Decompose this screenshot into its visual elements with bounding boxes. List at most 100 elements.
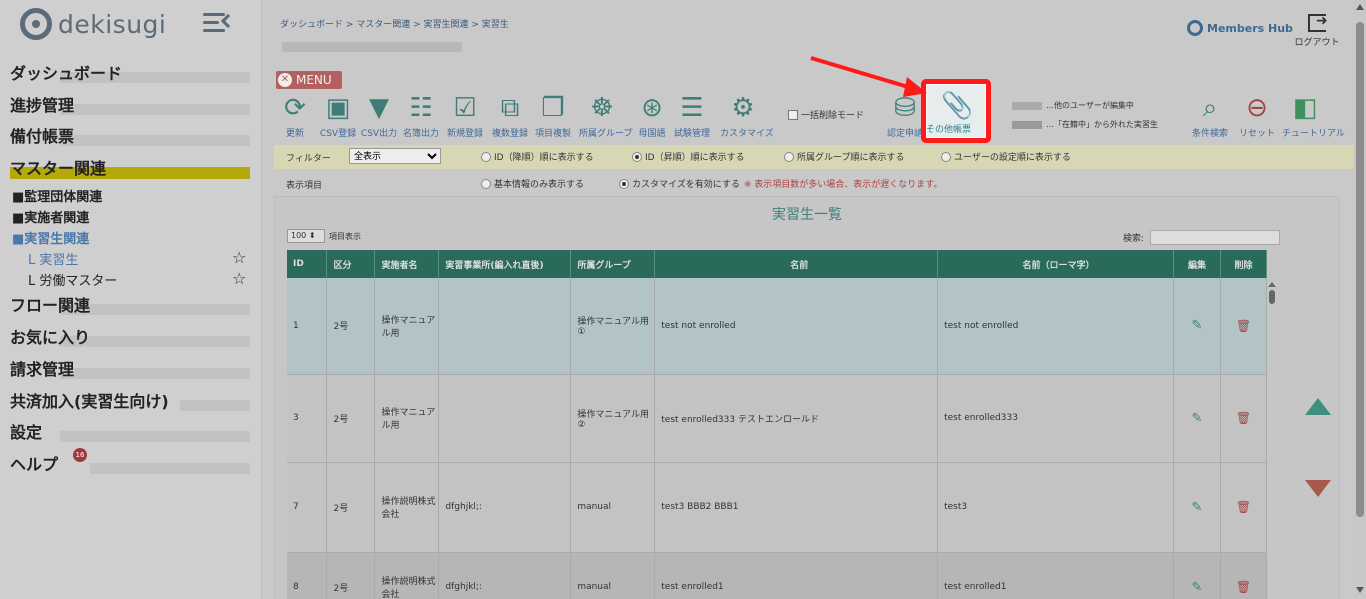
sidebar-item-ledger[interactable]: 備付帳票 <box>10 123 250 146</box>
sidebar-leaf-labor-master[interactable]: L 労働マスター <box>28 270 117 289</box>
sidebar: dekisugi ダッシュボード 進捗管理 備付帳票 マスター関連 ■監理団体関… <box>0 0 262 599</box>
breadcrumb[interactable]: ダッシュボード > マスター関連 > 実習生関連 > 実習生 <box>280 17 509 30</box>
logo[interactable]: dekisugi <box>20 8 166 40</box>
page-scrollbar[interactable] <box>1354 0 1366 599</box>
col-kubun[interactable]: 区分 <box>326 250 376 278</box>
scroll-down-arrow-icon[interactable] <box>1305 480 1331 497</box>
filter-label: フィルター <box>286 154 331 164</box>
legend-editing: …他のユーザーが編集中 <box>1012 100 1134 111</box>
page-length: 100 ⬍ 項目表示 <box>287 229 361 243</box>
table-row[interactable]: 7 2号 操作説明株式会社 dfghjkl;: manual test3 BBB… <box>287 462 1268 553</box>
sidebar-sub-implementer[interactable]: ■実施者関連 <box>12 207 89 226</box>
logout-label: ログアウト <box>1294 38 1340 48</box>
col-company[interactable]: 実施者名 <box>374 250 440 278</box>
help-badge: 16 <box>73 448 87 462</box>
legend-excluded: …「在籍中」から外れた実習生 <box>1012 119 1158 130</box>
sidebar-sub-supervisory[interactable]: ■監理団体関連 <box>12 186 102 205</box>
page-length-select[interactable]: 100 ⬍ <box>287 229 325 243</box>
sort-id-asc-radio[interactable]: ID（昇順）順に表示する <box>632 150 745 163</box>
sort-user-radio[interactable]: ユーザーの設定順に表示する <box>941 150 1071 163</box>
col-office[interactable]: 実習事業所(編入れ直後) <box>438 250 572 278</box>
table-row[interactable]: 8 2号 操作説明株式会社 dfghjkl;: manual test enro… <box>287 552 1268 599</box>
edit-icon[interactable]: ✎ <box>1173 462 1221 553</box>
reset-button[interactable]: ⊖ リセット <box>1234 92 1280 139</box>
roster-export-button[interactable]: ☷ 名簿出力 <box>398 92 444 139</box>
roster-icon: ☷ <box>409 93 433 123</box>
sidebar-item-insurance[interactable]: 共済加入(実習生向け) <box>10 388 250 411</box>
new-register-icon: ☑ <box>453 93 477 123</box>
gear-icon: ⚙ <box>731 93 755 123</box>
sidebar-item-billing[interactable]: 請求管理 <box>10 356 250 379</box>
members-hub-icon <box>1187 20 1203 36</box>
list-title: 実習生一覧 <box>772 207 842 223</box>
menu-button[interactable]: ✕ MENU <box>276 71 342 89</box>
logout-icon <box>1308 13 1328 32</box>
col-roman[interactable]: 名前（ローマ字） <box>937 250 1174 278</box>
col-name[interactable]: 名前 <box>654 250 939 278</box>
multi-register-icon: ⧉ <box>500 93 520 123</box>
tutorial-button[interactable]: ◧ チュートリアル <box>1282 92 1345 139</box>
bulk-delete-toggle[interactable]: 一括削除モード <box>788 108 864 121</box>
display-basic-radio[interactable]: 基本情報のみ表示する <box>481 177 584 190</box>
filter-select[interactable]: 全表示 <box>349 148 441 164</box>
paperclip-document-icon: 📎 <box>941 91 974 121</box>
csv-export-icon: ▼ <box>369 93 389 123</box>
logo-icon <box>20 8 52 40</box>
trash-icon[interactable]: 🗑 <box>1220 278 1268 375</box>
trash-icon[interactable]: 🗑 <box>1220 552 1268 599</box>
condition-search-button[interactable]: ⌕ 条件検索 <box>1187 92 1233 139</box>
multi-register-button[interactable]: ⧉ 複数登録 <box>487 92 533 139</box>
new-register-button[interactable]: ☑ 新規登録 <box>442 92 488 139</box>
edit-icon[interactable]: ✎ <box>1173 278 1221 375</box>
edit-icon[interactable]: ✎ <box>1173 374 1221 463</box>
customize-button[interactable]: ⚙ カスタマイズ <box>720 92 774 139</box>
edit-icon[interactable]: ✎ <box>1173 552 1221 599</box>
main-content: ダッシュボード > マスター関連 > 実習生関連 > 実習生 Members H… <box>262 0 1366 599</box>
sort-id-desc-radio[interactable]: ID（降順）順に表示する <box>481 150 594 163</box>
group-button[interactable]: ☸ 所属グループ <box>579 92 632 139</box>
sidebar-item-progress[interactable]: 進捗管理 <box>10 92 250 115</box>
col-group[interactable]: 所属グループ <box>570 250 656 278</box>
csv-register-button[interactable]: ▣ CSV登録 <box>315 92 361 139</box>
group-icon: ☸ <box>590 93 614 123</box>
collapse-menu-icon[interactable] <box>203 12 236 34</box>
trash-icon[interactable]: 🗑 <box>1220 462 1268 553</box>
members-hub-link[interactable]: Members Hub <box>1187 20 1293 36</box>
table-row[interactable]: 1 2号 操作マニュアル用 操作マニュアル用① test not enrolle… <box>287 278 1268 375</box>
display-custom-radio[interactable]: カスタマイズを有効にする ※ 表示項目数が多い場合、表示が遅くなります。 <box>619 177 942 190</box>
search-icon: ⌕ <box>1202 93 1218 123</box>
app-root: dekisugi ダッシュボード 進捗管理 備付帳票 マスター関連 ■監理団体関… <box>0 0 1366 599</box>
trash-icon[interactable]: 🗑 <box>1220 374 1268 463</box>
csv-export-button[interactable]: ▼ CSV出力 <box>356 92 402 139</box>
col-delete: 削除 <box>1220 250 1268 278</box>
sidebar-item-settings[interactable]: 設定 <box>10 419 250 442</box>
sidebar-sub-trainee[interactable]: ■実習生関連 <box>12 228 89 247</box>
logout-button[interactable]: ログアウト <box>1292 13 1342 48</box>
star-icon[interactable]: ☆ <box>232 248 246 267</box>
sidebar-item-favorites[interactable]: お気に入り <box>10 324 250 347</box>
sidebar-item-help[interactable]: ヘルプ <box>10 451 250 474</box>
col-edit: 編集 <box>1173 250 1221 278</box>
sort-group-radio[interactable]: 所属グループ順に表示する <box>784 150 904 163</box>
table-search: 検索: <box>1123 230 1281 245</box>
reset-icon: ⊖ <box>1246 93 1268 123</box>
close-icon: ✕ <box>278 73 292 87</box>
search-input[interactable] <box>1150 230 1281 245</box>
sidebar-item-flow[interactable]: フロー関連 <box>10 292 250 315</box>
language-icon: ⊛ <box>641 93 663 123</box>
exam-icon: ☰ <box>680 93 704 123</box>
bulk-delete-checkbox[interactable] <box>788 109 798 120</box>
copy-items-button[interactable]: ❐ 項目複製 <box>530 92 576 139</box>
sidebar-item-dashboard[interactable]: ダッシュボード <box>10 60 250 83</box>
table-scrollbar[interactable] <box>1268 282 1276 312</box>
star-icon[interactable]: ☆ <box>232 269 246 288</box>
col-id[interactable]: ID <box>287 250 328 278</box>
table-row[interactable]: 3 2号 操作マニュアル用 操作マニュアル用② test enrolled333… <box>287 374 1268 463</box>
members-hub-label: Members Hub <box>1207 21 1293 35</box>
sidebar-item-master[interactable]: マスター関連 <box>10 155 250 179</box>
sidebar-leaf-trainee[interactable]: L 実習生 <box>28 249 78 268</box>
refresh-button[interactable]: ⟳ 更新 <box>272 92 318 139</box>
exam-button[interactable]: ☰ 試験管理 <box>669 92 715 139</box>
scroll-up-arrow-icon[interactable] <box>1305 398 1331 415</box>
copy-icon: ❐ <box>541 93 565 123</box>
